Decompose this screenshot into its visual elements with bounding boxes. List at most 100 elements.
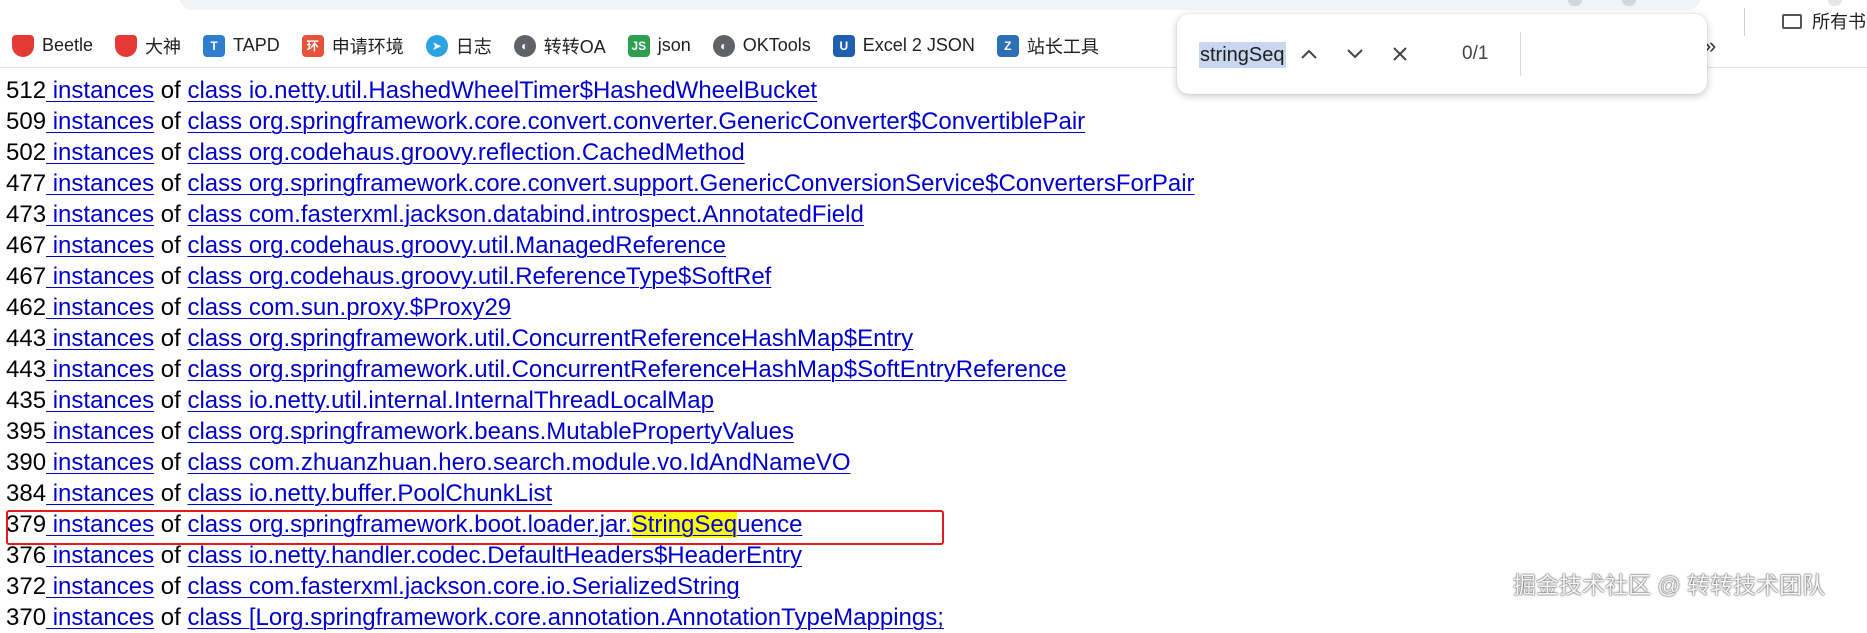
find-next-button[interactable]: [1339, 38, 1371, 70]
class-link[interactable]: class org.codehaus.groovy.reflection.Cac…: [187, 139, 744, 166]
of-text: of: [154, 139, 188, 166]
class-link[interactable]: class io.netty.buffer.PoolChunkList: [187, 480, 552, 507]
find-input[interactable]: stringSeq: [1199, 42, 1286, 68]
instances-link[interactable]: instances: [46, 604, 154, 631]
of-text: of: [154, 263, 188, 290]
bookmark-label: 申请环境: [331, 36, 404, 57]
bookmark-item[interactable]: ◐ 转转OA: [513, 31, 606, 61]
histogram-row: 477 instances of class org.springframewo…: [6, 168, 1866, 199]
instance-count: 502: [6, 139, 47, 166]
histogram-row: 379 instances of class org.springframewo…: [6, 509, 1866, 540]
chinaz-icon: Z: [996, 34, 1019, 57]
json-icon: JS: [627, 34, 650, 57]
class-link[interactable]: class org.codehaus.groovy.util.Reference…: [187, 263, 771, 290]
instances-link[interactable]: instances: [46, 511, 154, 538]
bookmark-item[interactable]: 大神: [115, 31, 181, 61]
histogram-row: 384 instances of class io.netty.buffer.P…: [6, 478, 1866, 509]
bookmark-label: OKTools: [742, 35, 811, 55]
find-bar: stringSeq 0/1: [1177, 14, 1707, 94]
instances-link[interactable]: instances: [46, 263, 154, 290]
class-link[interactable]: class org.springframework.util.Concurren…: [187, 325, 913, 352]
instance-count: 370: [6, 604, 47, 631]
class-link[interactable]: class com.fasterxml.jackson.core.io.Seri…: [187, 573, 739, 600]
dashen-shield-icon: [115, 34, 138, 57]
class-link[interactable]: class com.zhuanzhuan.hero.search.module.…: [187, 449, 850, 476]
histogram-row: 467 instances of class org.codehaus.groo…: [6, 230, 1866, 261]
instance-count: 376: [6, 542, 47, 569]
histogram-row: 443 instances of class org.springframewo…: [6, 323, 1866, 354]
instance-count: 473: [6, 201, 47, 228]
bookmark-item[interactable]: Beetle: [12, 31, 93, 61]
instances-link[interactable]: instances: [46, 542, 154, 569]
instances-link[interactable]: instances: [46, 573, 154, 600]
instance-count: 509: [6, 108, 47, 135]
of-text: of: [154, 77, 188, 104]
instances-link[interactable]: instances: [46, 356, 154, 383]
class-link[interactable]: class org.springframework.core.convert.s…: [187, 170, 1194, 197]
all-bookmarks-folder[interactable]: 所有书: [1782, 6, 1866, 36]
of-text: of: [154, 356, 188, 383]
address-bar[interactable]: [180, 0, 1700, 10]
bookmark-label: 站长工具: [1026, 36, 1099, 57]
instance-count: 467: [6, 263, 47, 290]
bookmark-item[interactable]: ◐ OKTools: [712, 31, 811, 61]
instances-link[interactable]: instances: [46, 232, 154, 259]
instance-count: 395: [6, 418, 47, 445]
class-link[interactable]: class io.netty.util.internal.InternalThr…: [187, 387, 714, 414]
instances-link[interactable]: instances: [46, 108, 154, 135]
class-link[interactable]: class org.springframework.core.convert.c…: [187, 108, 1085, 135]
histogram-row: 390 instances of class com.zhuanzhuan.he…: [6, 447, 1866, 478]
bookmarks-separator: [1744, 8, 1745, 36]
class-link[interactable]: class com.fasterxml.jackson.databind.int…: [187, 201, 863, 228]
histogram-row: 443 instances of class org.springframewo…: [6, 354, 1866, 385]
env-icon: 环: [301, 34, 324, 57]
bookmark-label: 转转OA: [543, 36, 606, 57]
instances-link[interactable]: instances: [46, 418, 154, 445]
instances-link[interactable]: instances: [46, 139, 154, 166]
histogram-row: 509 instances of class org.springframewo…: [6, 106, 1866, 137]
find-divider: [1520, 32, 1521, 76]
class-link[interactable]: class org.codehaus.groovy.util.ManagedRe…: [187, 232, 726, 259]
instance-count: 390: [6, 449, 47, 476]
histogram-row: 462 instances of class com.sun.proxy.$Pr…: [6, 292, 1866, 323]
of-text: of: [154, 449, 188, 476]
bookmark-label: Excel 2 JSON: [862, 35, 975, 55]
globe-icon: ◐: [712, 34, 735, 57]
find-previous-button[interactable]: [1293, 38, 1325, 70]
browser-top-strip: [0, 0, 1867, 12]
bookmark-label: 日志: [455, 36, 492, 57]
instances-link[interactable]: instances: [46, 201, 154, 228]
of-text: of: [154, 387, 188, 414]
chevron-down-icon: [1347, 49, 1363, 59]
bookmark-item[interactable]: Z 站长工具: [996, 31, 1099, 61]
telegram-icon: ➤: [425, 34, 448, 57]
instances-link[interactable]: instances: [46, 480, 154, 507]
bookmark-item[interactable]: ➤ 日志: [425, 31, 492, 61]
chevron-up-icon: [1301, 49, 1317, 59]
find-match-count: 0/1: [1462, 43, 1489, 64]
instances-link[interactable]: instances: [46, 325, 154, 352]
histogram-row: 502 instances of class org.codehaus.groo…: [6, 137, 1866, 168]
class-link[interactable]: class io.netty.handler.codec.DefaultHead…: [187, 542, 802, 569]
class-link[interactable]: class org.springframework.beans.MutableP…: [187, 418, 794, 445]
tapd-icon: T: [203, 34, 226, 57]
instances-link[interactable]: instances: [46, 294, 154, 321]
class-name-suffix: uence: [737, 511, 803, 538]
bookmark-item[interactable]: T TAPD: [203, 31, 280, 61]
watermark: 掘金技术社区 @ 转转技术团队: [1513, 572, 1826, 598]
instance-count: 435: [6, 387, 47, 414]
bookmark-item[interactable]: JS json: [627, 31, 691, 61]
instances-link[interactable]: instances: [46, 387, 154, 414]
class-link[interactable]: class io.netty.util.HashedWheelTimer$Has…: [187, 77, 817, 104]
class-link[interactable]: class org.springframework.boot.loader.ja…: [187, 511, 802, 538]
bookmark-item[interactable]: U Excel 2 JSON: [832, 31, 975, 61]
bookmark-item[interactable]: 环申请环境: [301, 31, 404, 61]
find-close-button[interactable]: [1384, 38, 1416, 70]
class-link[interactable]: class org.springframework.util.Concurren…: [187, 356, 1066, 383]
class-link[interactable]: class com.sun.proxy.$Proxy29: [187, 294, 511, 321]
instances-link[interactable]: instances: [46, 77, 154, 104]
instances-link[interactable]: instances: [46, 170, 154, 197]
instance-count: 443: [6, 356, 47, 383]
instances-link[interactable]: instances: [46, 449, 154, 476]
class-link[interactable]: class [Lorg.springframework.core.annotat…: [187, 604, 943, 631]
